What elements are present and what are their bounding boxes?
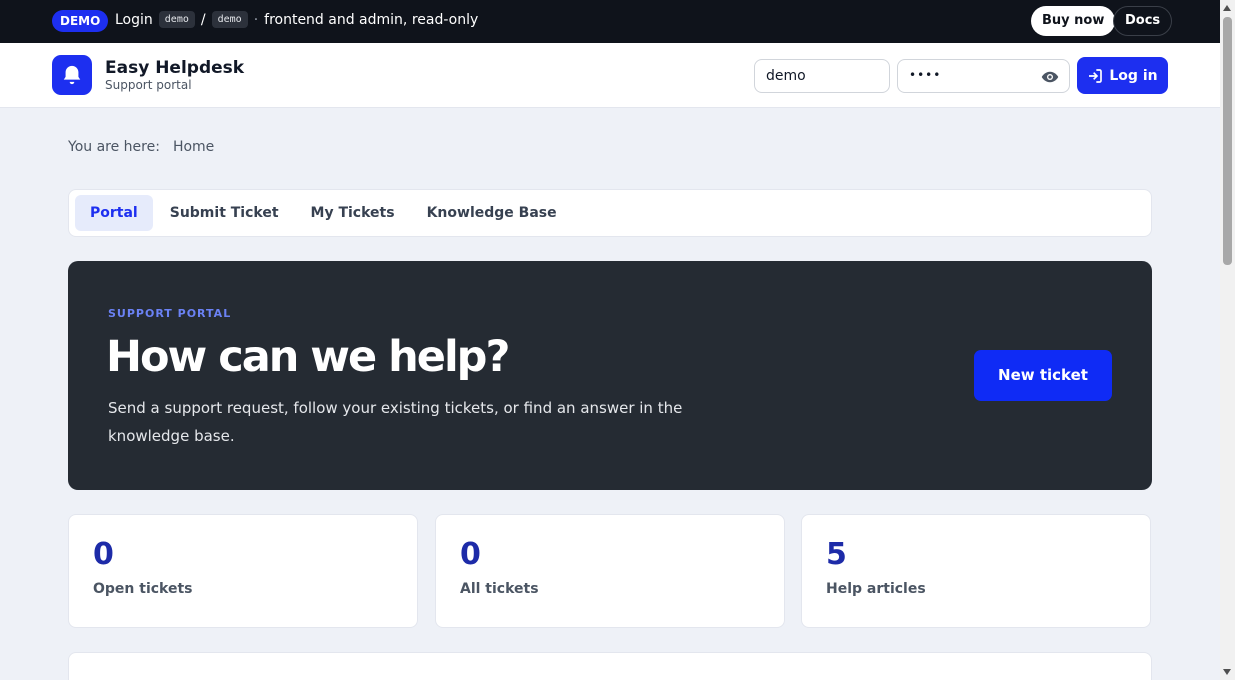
hero-title: How can we help? bbox=[106, 332, 510, 382]
password-input[interactable]: •••• bbox=[909, 68, 941, 82]
stat-card-help-articles[interactable]: 5 Help articles bbox=[801, 514, 1151, 628]
brand-name: Easy Helpdesk bbox=[105, 58, 245, 78]
hero-description: Send a support request, follow your exis… bbox=[108, 399, 683, 445]
demo-badge: DEMO bbox=[52, 10, 109, 32]
stat-value: 0 bbox=[460, 537, 481, 572]
breadcrumb: You are here: Home bbox=[68, 139, 214, 155]
demo-password-code: demo bbox=[211, 11, 248, 28]
hero-banner: SUPPORT PORTAL How can we help? Send a s… bbox=[68, 261, 1152, 490]
stat-label: Help articles bbox=[826, 581, 926, 597]
demo-login-label: Login bbox=[115, 11, 153, 28]
tab-my-tickets[interactable]: My Tickets bbox=[296, 195, 410, 231]
bell-icon bbox=[63, 65, 81, 85]
hero-kicker: SUPPORT PORTAL bbox=[108, 307, 232, 320]
stat-card-all-tickets[interactable]: 0 All tickets bbox=[435, 514, 785, 628]
buy-now-button[interactable]: Buy now bbox=[1031, 6, 1116, 36]
demo-separator: / bbox=[200, 11, 206, 28]
stat-card-open-tickets[interactable]: 0 Open tickets bbox=[68, 514, 418, 628]
username-input[interactable] bbox=[754, 59, 890, 93]
scroll-up-arrow-icon[interactable] bbox=[1223, 5, 1231, 11]
stat-label: Open tickets bbox=[93, 581, 193, 597]
login-label: Log in bbox=[1109, 67, 1158, 84]
login-button[interactable]: Log in bbox=[1077, 57, 1168, 94]
eye-icon[interactable] bbox=[1041, 68, 1059, 86]
docs-button[interactable]: Docs bbox=[1113, 6, 1173, 36]
tab-knowledge-base[interactable]: Knowledge Base bbox=[412, 195, 572, 231]
demo-credentials: Login demo / demo · frontend and admin, … bbox=[115, 11, 478, 28]
tab-portal[interactable]: Portal bbox=[75, 195, 153, 231]
portal-tabs: Portal Submit Ticket My Tickets Knowledg… bbox=[68, 189, 1152, 237]
login-icon bbox=[1089, 68, 1103, 83]
brand-subtitle: Support portal bbox=[105, 78, 192, 92]
new-ticket-button[interactable]: New ticket bbox=[974, 350, 1112, 401]
scrollbar-thumb[interactable] bbox=[1223, 17, 1232, 265]
demo-dot: · bbox=[253, 11, 259, 28]
content-card bbox=[68, 652, 1152, 680]
page-scrollbar[interactable] bbox=[1220, 0, 1235, 680]
password-field[interactable]: •••• bbox=[897, 59, 1070, 93]
scroll-down-arrow-icon[interactable] bbox=[1223, 669, 1231, 675]
stat-value: 0 bbox=[93, 537, 114, 572]
demo-username-code: demo bbox=[158, 11, 195, 28]
stat-label: All tickets bbox=[460, 581, 539, 597]
logo[interactable] bbox=[52, 55, 92, 95]
stat-value: 5 bbox=[826, 537, 847, 572]
breadcrumb-home[interactable]: Home bbox=[173, 139, 214, 155]
demo-note: frontend and admin, read-only bbox=[264, 11, 479, 28]
site-header: Easy Helpdesk Support portal •••• Log in bbox=[0, 43, 1220, 108]
demo-bar: DEMO Login demo / demo · frontend and ad… bbox=[0, 0, 1220, 43]
breadcrumb-prefix: You are here: bbox=[68, 139, 160, 155]
tab-submit-ticket[interactable]: Submit Ticket bbox=[155, 195, 294, 231]
